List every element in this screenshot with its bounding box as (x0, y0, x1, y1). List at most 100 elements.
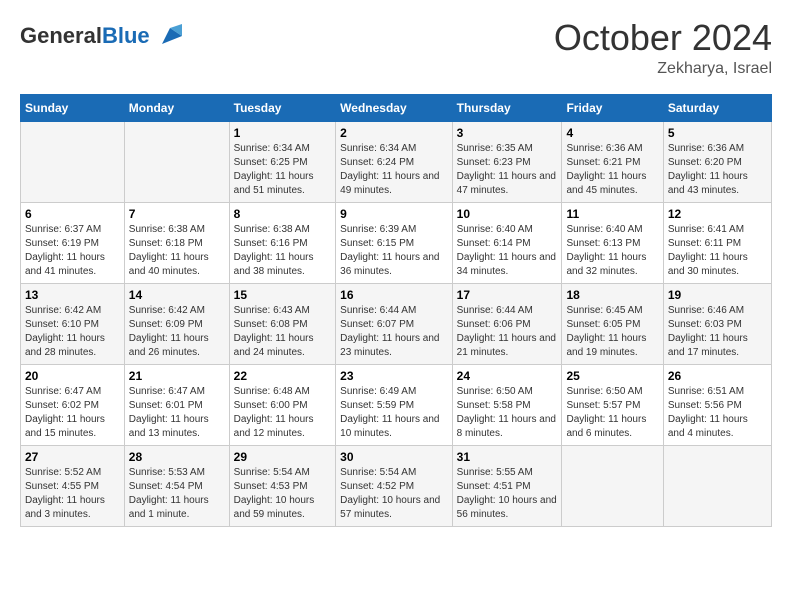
day-info: Sunrise: 5:55 AM Sunset: 4:51 PM Dayligh… (457, 466, 558, 522)
calendar-cell: 25Sunrise: 6:50 AM Sunset: 5:57 PM Dayli… (562, 365, 663, 446)
calendar-cell: 27 Sunrise: 5:52 AM Sunset: 4:55 PM Dayli… (21, 446, 125, 527)
calendar-cell: 29Sunrise: 5:54 AM Sunset: 4:53 PM Dayli… (229, 446, 336, 527)
day-number: 4 (566, 126, 658, 140)
day-number: 19 (668, 288, 767, 302)
day-info: Sunrise: 6:41 AM Sunset: 6:11 PM Dayligh… (668, 223, 767, 279)
day-info: Sunrise: 5:52 AM Sunset: 4:55 PM Dayligh… (25, 466, 120, 522)
day-info: Sunrise: 6:39 AM Sunset: 6:15 PM Dayligh… (340, 223, 447, 279)
day-info: Sunrise: 6:46 AM Sunset: 6:03 PM Dayligh… (668, 304, 767, 360)
day-info: Sunrise: 6:43 AM Sunset: 6:08 PM Dayligh… (234, 304, 332, 360)
day-number: 30 (340, 450, 447, 464)
day-number: 23 (340, 369, 447, 383)
day-number: 17 (457, 288, 558, 302)
day-info: Sunrise: 6:36 AM Sunset: 6:21 PM Dayligh… (566, 142, 658, 198)
calendar-cell: 14 Sunrise: 6:42 AM Sunset: 6:09 PM Dayli… (124, 284, 229, 365)
day-info: Sunrise: 6:47 AM Sunset: 6:02 PM Dayligh… (25, 385, 120, 441)
day-number: 2 (340, 126, 447, 140)
calendar-cell: 22 Sunrise: 6:48 AM Sunset: 6:00 PM Dayli… (229, 365, 336, 446)
calendar-cell: 18Sunrise: 6:45 AM Sunset: 6:05 PM Dayli… (562, 284, 663, 365)
day-info: Sunrise: 6:44 AM Sunset: 6:06 PM Dayligh… (457, 304, 558, 360)
day-number: 20 (25, 369, 120, 383)
day-info: Sunrise: 5:53 AM Sunset: 4:54 PM Dayligh… (129, 466, 225, 522)
weekday-header: Tuesday (229, 95, 336, 122)
day-number: 14 (129, 288, 225, 302)
day-info: Sunrise: 6:37 AM Sunset: 6:19 PM Dayligh… (25, 223, 120, 279)
day-number: 12 (668, 207, 767, 221)
location: Zekharya, Israel (554, 60, 772, 78)
calendar-week-row: 13 Sunrise: 6:42 AM Sunset: 6:10 PM Dayli… (21, 284, 772, 365)
calendar-week-row: 20 Sunrise: 6:47 AM Sunset: 6:02 PM Dayli… (21, 365, 772, 446)
day-info: Sunrise: 6:40 AM Sunset: 6:13 PM Dayligh… (566, 223, 658, 279)
day-number: 8 (234, 207, 332, 221)
calendar-cell: 4 Sunrise: 6:36 AM Sunset: 6:21 PM Daylig… (562, 122, 663, 203)
day-number: 26 (668, 369, 767, 383)
calendar-cell: 5Sunrise: 6:36 AM Sunset: 6:20 PM Daylig… (663, 122, 771, 203)
day-number: 11 (566, 207, 658, 221)
day-info: Sunrise: 6:49 AM Sunset: 5:59 PM Dayligh… (340, 385, 447, 441)
day-info: Sunrise: 6:47 AM Sunset: 6:01 PM Dayligh… (129, 385, 225, 441)
day-info: Sunrise: 6:36 AM Sunset: 6:20 PM Dayligh… (668, 142, 767, 198)
weekday-header: Thursday (452, 95, 562, 122)
calendar-cell: 1 Sunrise: 6:34 AM Sunset: 6:25 PM Daylig… (229, 122, 336, 203)
calendar-cell: 21Sunrise: 6:47 AM Sunset: 6:01 PM Dayli… (124, 365, 229, 446)
day-info: Sunrise: 6:35 AM Sunset: 6:23 PM Dayligh… (457, 142, 558, 198)
logo-general: General (20, 23, 102, 48)
calendar-cell: 17 Sunrise: 6:44 AM Sunset: 6:06 PM Dayli… (452, 284, 562, 365)
day-info: Sunrise: 6:44 AM Sunset: 6:07 PM Dayligh… (340, 304, 447, 360)
calendar-cell: 31 Sunrise: 5:55 AM Sunset: 4:51 PM Dayli… (452, 446, 562, 527)
calendar-week-row: 6 Sunrise: 6:37 AM Sunset: 6:19 PM Daylig… (21, 203, 772, 284)
calendar-cell: 3 Sunrise: 6:35 AM Sunset: 6:23 PM Daylig… (452, 122, 562, 203)
day-number: 29 (234, 450, 332, 464)
calendar-cell: 11 Sunrise: 6:40 AM Sunset: 6:13 PM Dayli… (562, 203, 663, 284)
day-info: Sunrise: 6:51 AM Sunset: 5:56 PM Dayligh… (668, 385, 767, 441)
weekday-header: Friday (562, 95, 663, 122)
title-block: October 2024 Zekharya, Israel (554, 20, 772, 78)
calendar-cell: 28 Sunrise: 5:53 AM Sunset: 4:54 PM Dayli… (124, 446, 229, 527)
calendar-cell (124, 122, 229, 203)
day-info: Sunrise: 6:42 AM Sunset: 6:09 PM Dayligh… (129, 304, 225, 360)
weekday-header: Wednesday (336, 95, 452, 122)
logo-text: GeneralBlue (20, 24, 150, 48)
month-title: October 2024 (554, 20, 772, 56)
day-info: Sunrise: 6:34 AM Sunset: 6:25 PM Dayligh… (234, 142, 332, 198)
day-number: 1 (234, 126, 332, 140)
day-info: Sunrise: 6:40 AM Sunset: 6:14 PM Dayligh… (457, 223, 558, 279)
day-number: 28 (129, 450, 225, 464)
day-number: 22 (234, 369, 332, 383)
calendar-week-row: 1 Sunrise: 6:34 AM Sunset: 6:25 PM Daylig… (21, 122, 772, 203)
calendar-cell: 10Sunrise: 6:40 AM Sunset: 6:14 PM Dayli… (452, 203, 562, 284)
day-number: 9 (340, 207, 447, 221)
day-number: 27 (25, 450, 120, 464)
calendar-cell: 23 Sunrise: 6:49 AM Sunset: 5:59 PM Dayli… (336, 365, 452, 446)
weekday-header: Sunday (21, 95, 125, 122)
calendar-cell (562, 446, 663, 527)
calendar-cell: 7Sunrise: 6:38 AM Sunset: 6:18 PM Daylig… (124, 203, 229, 284)
calendar-cell: 2 Sunrise: 6:34 AM Sunset: 6:24 PM Daylig… (336, 122, 452, 203)
weekday-header: Saturday (663, 95, 771, 122)
calendar-cell (21, 122, 125, 203)
calendar-cell: 16 Sunrise: 6:44 AM Sunset: 6:07 PM Dayli… (336, 284, 452, 365)
day-number: 31 (457, 450, 558, 464)
calendar-cell: 15Sunrise: 6:43 AM Sunset: 6:08 PM Dayli… (229, 284, 336, 365)
calendar-cell: 19 Sunrise: 6:46 AM Sunset: 6:03 PM Dayli… (663, 284, 771, 365)
day-info: Sunrise: 6:34 AM Sunset: 6:24 PM Dayligh… (340, 142, 447, 198)
calendar-cell: 8Sunrise: 6:38 AM Sunset: 6:16 PM Daylig… (229, 203, 336, 284)
calendar-cell: 13 Sunrise: 6:42 AM Sunset: 6:10 PM Dayli… (21, 284, 125, 365)
logo-icon (154, 20, 186, 52)
day-info: Sunrise: 6:50 AM Sunset: 5:57 PM Dayligh… (566, 385, 658, 441)
day-number: 6 (25, 207, 120, 221)
calendar-cell: 26 Sunrise: 6:51 AM Sunset: 5:56 PM Dayli… (663, 365, 771, 446)
calendar-cell: 20 Sunrise: 6:47 AM Sunset: 6:02 PM Dayli… (21, 365, 125, 446)
day-number: 3 (457, 126, 558, 140)
day-number: 13 (25, 288, 120, 302)
day-info: Sunrise: 6:42 AM Sunset: 6:10 PM Dayligh… (25, 304, 120, 360)
calendar-cell: 9 Sunrise: 6:39 AM Sunset: 6:15 PM Daylig… (336, 203, 452, 284)
weekday-header: Monday (124, 95, 229, 122)
calendar-cell: 30Sunrise: 5:54 AM Sunset: 4:52 PM Dayli… (336, 446, 452, 527)
page-header: GeneralBlue October 2024 Zekharya, Israe… (20, 20, 772, 78)
logo-blue: Blue (102, 23, 150, 48)
day-number: 16 (340, 288, 447, 302)
day-info: Sunrise: 6:45 AM Sunset: 6:05 PM Dayligh… (566, 304, 658, 360)
day-info: Sunrise: 6:48 AM Sunset: 6:00 PM Dayligh… (234, 385, 332, 441)
calendar-cell: 6 Sunrise: 6:37 AM Sunset: 6:19 PM Daylig… (21, 203, 125, 284)
